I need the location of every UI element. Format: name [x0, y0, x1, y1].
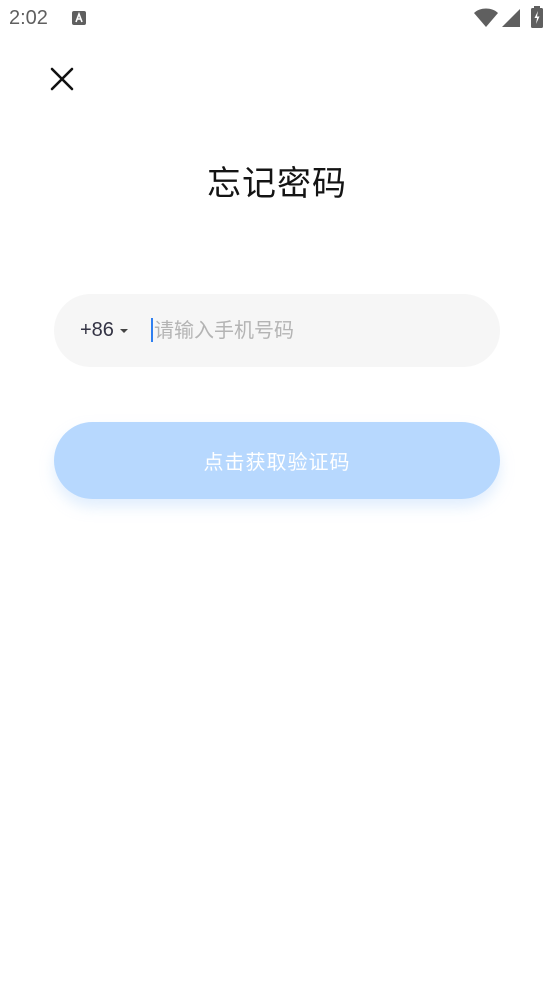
status-time: 2:02	[9, 7, 48, 29]
caret-down-icon	[119, 329, 128, 333]
phone-number-input[interactable]	[154, 312, 474, 348]
status-bar: 2:02	[0, 0, 554, 38]
country-code-selector[interactable]: +86	[80, 316, 128, 344]
get-verification-code-label: 点击获取验证码	[203, 450, 351, 474]
battery-charging-icon	[531, 6, 543, 32]
text-cursor	[151, 318, 153, 342]
page-title: 忘记密码	[207, 164, 347, 204]
accessibility-a-icon	[72, 11, 86, 25]
wifi-icon	[474, 8, 498, 32]
corner-mark	[0, 976, 6, 982]
phone-input-row: +86	[54, 294, 500, 367]
country-code-label: +86	[80, 318, 114, 341]
forgot-password-screen: 2:02 忘记密码 +86 请输入手机号码 点击获取验证码	[0, 0, 554, 985]
close-icon	[43, 60, 81, 98]
close-button[interactable]	[43, 60, 81, 98]
cell-signal-icon	[501, 8, 521, 32]
get-verification-code-button[interactable]: 点击获取验证码	[54, 422, 500, 499]
